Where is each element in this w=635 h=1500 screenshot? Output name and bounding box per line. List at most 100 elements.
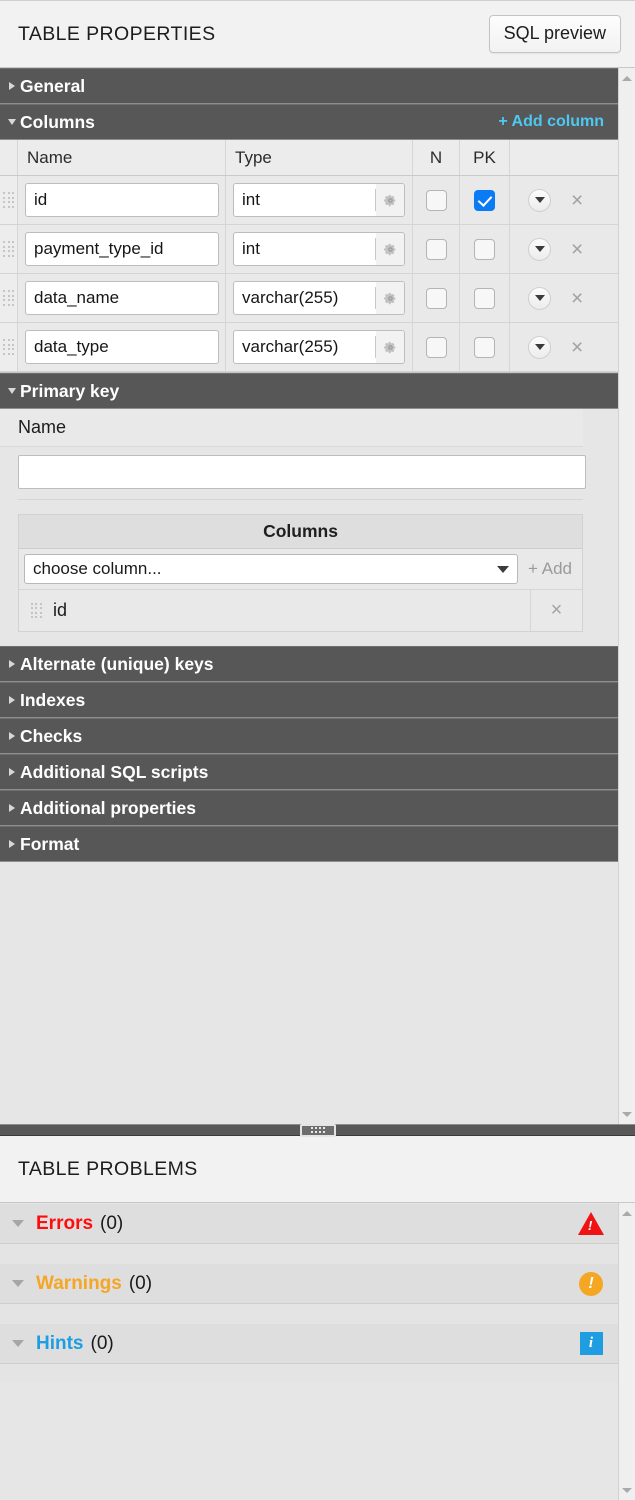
gear-icon[interactable]	[376, 282, 404, 314]
nullable-cell	[413, 323, 460, 371]
column-header-actions	[510, 140, 618, 175]
warning-circle-icon: !	[578, 1271, 604, 1297]
table-properties-panel: TABLE PROPERTIES SQL preview General Col…	[0, 0, 635, 1500]
pk-checkbox[interactable]	[474, 239, 495, 260]
problems-row-errors[interactable]: Errors (0)	[0, 1203, 618, 1244]
gear-icon[interactable]	[376, 184, 404, 216]
remove-row-icon[interactable]: ×	[571, 288, 583, 309]
section-header-checks[interactable]: Checks	[0, 718, 618, 754]
gear-icon[interactable]	[376, 331, 404, 363]
scroll-down-arrow-icon[interactable]	[619, 1482, 635, 1498]
remove-primary-key-column-icon[interactable]: ×	[530, 590, 582, 631]
column-name-input[interactable]	[25, 232, 219, 266]
nullable-checkbox[interactable]	[426, 288, 447, 309]
section-header-alternate-keys[interactable]: Alternate (unique) keys	[0, 646, 618, 682]
column-name-cell	[18, 225, 226, 273]
column-type-value[interactable]: int	[234, 190, 375, 210]
bottom-pane: TABLE PROBLEMS Errors (0) Warnings (0) !	[0, 1136, 635, 1500]
list-item: id ×	[19, 589, 582, 631]
column-type-value[interactable]: int	[234, 239, 375, 259]
add-primary-key-column-button[interactable]: + Add	[524, 559, 576, 579]
section-label-checks: Checks	[20, 726, 82, 747]
row-dropdown-icon[interactable]	[528, 336, 551, 359]
add-column-button[interactable]: + Add column	[498, 113, 604, 131]
column-name-cell	[18, 274, 226, 322]
problems-count-hints: (0)	[91, 1333, 114, 1355]
pane-splitter[interactable]	[0, 1124, 635, 1136]
nullable-cell	[413, 274, 460, 322]
choose-column-select[interactable]: choose column...	[24, 554, 518, 584]
panel-title-bar: TABLE PROPERTIES SQL preview	[0, 1, 635, 68]
column-type-cell: int	[226, 176, 413, 224]
scroll-down-arrow-icon[interactable]	[619, 1106, 635, 1122]
pk-checkbox[interactable]	[474, 288, 495, 309]
column-type-cell: varchar(255)	[226, 274, 413, 322]
primary-key-columns-box: Columns choose column... + Add	[18, 514, 583, 632]
problems-empty-area	[0, 1364, 618, 1383]
row-actions: ×	[510, 225, 618, 273]
drag-handle-icon[interactable]	[0, 225, 18, 273]
scroll-up-arrow-icon[interactable]	[619, 70, 635, 86]
pk-checkbox[interactable]	[474, 190, 495, 211]
column-name-cell	[18, 176, 226, 224]
column-name-input[interactable]	[25, 281, 219, 315]
drag-handle-icon[interactable]	[19, 603, 53, 619]
table-row: varchar(255)	[0, 323, 618, 372]
chevron-down-icon	[12, 1280, 24, 1287]
problems-empty-warnings	[0, 1304, 618, 1323]
chevron-right-icon	[4, 732, 20, 740]
pk-checkbox[interactable]	[474, 337, 495, 358]
section-header-additional-properties[interactable]: Additional properties	[0, 790, 618, 826]
gear-icon[interactable]	[376, 233, 404, 265]
drag-handle-icon[interactable]	[0, 274, 18, 322]
row-dropdown-icon[interactable]	[528, 287, 551, 310]
scroll-up-arrow-icon[interactable]	[619, 1205, 635, 1221]
problems-vertical-scrollbar[interactable]	[618, 1203, 635, 1500]
problems-label-hints: Hints	[36, 1333, 84, 1355]
chevron-down-icon	[12, 1220, 24, 1227]
section-header-additional-sql[interactable]: Additional SQL scripts	[0, 754, 618, 790]
section-header-columns[interactable]: Columns + Add column	[0, 104, 618, 140]
properties-vertical-scrollbar[interactable]	[618, 68, 635, 1124]
section-header-indexes[interactable]: Indexes	[0, 682, 618, 718]
nullable-checkbox[interactable]	[426, 190, 447, 211]
splitter-grip-icon[interactable]	[300, 1124, 336, 1137]
problems-label-warnings: Warnings	[36, 1273, 122, 1295]
column-type-value[interactable]: varchar(255)	[234, 288, 375, 308]
remove-row-icon[interactable]: ×	[571, 239, 583, 260]
primary-key-columns-header: Columns	[19, 515, 582, 549]
section-header-format[interactable]: Format	[0, 826, 618, 862]
remove-row-icon[interactable]: ×	[571, 190, 583, 211]
remove-row-icon[interactable]: ×	[571, 337, 583, 358]
column-name-input[interactable]	[25, 330, 219, 364]
problems-row-hints[interactable]: Hints (0) i	[0, 1323, 618, 1364]
drag-handle-icon[interactable]	[0, 176, 18, 224]
column-header-nullable: N	[413, 140, 460, 175]
row-actions: ×	[510, 323, 618, 371]
section-header-general[interactable]: General	[0, 68, 618, 104]
columns-table-header: Name Type N PK	[0, 140, 618, 176]
columns-table: Name Type N PK	[0, 140, 618, 373]
section-label-alternate-keys: Alternate (unique) keys	[20, 654, 214, 675]
nullable-checkbox[interactable]	[426, 337, 447, 358]
column-type-value[interactable]: varchar(255)	[234, 337, 375, 357]
drag-handle-icon[interactable]	[0, 323, 18, 371]
problems-title-bar: TABLE PROBLEMS	[0, 1136, 635, 1203]
row-dropdown-icon[interactable]	[528, 238, 551, 261]
chevron-right-icon	[4, 82, 20, 90]
row-actions: ×	[510, 176, 618, 224]
section-header-primary-key[interactable]: Primary key	[0, 373, 618, 409]
primary-key-name-input[interactable]	[18, 455, 586, 489]
column-name-input[interactable]	[25, 183, 219, 217]
nullable-checkbox[interactable]	[426, 239, 447, 260]
error-triangle-icon	[578, 1211, 604, 1237]
chevron-right-icon	[4, 768, 20, 776]
row-dropdown-icon[interactable]	[528, 189, 551, 212]
problems-row-warnings[interactable]: Warnings (0) !	[0, 1263, 618, 1304]
sql-preview-button[interactable]: SQL preview	[489, 15, 621, 53]
pk-cell	[460, 323, 510, 371]
properties-scroll-content: General Columns + Add column Name Type	[0, 68, 618, 1124]
chevron-down-icon	[4, 388, 20, 394]
chevron-down-icon	[497, 566, 509, 573]
chevron-down-icon	[4, 119, 20, 125]
